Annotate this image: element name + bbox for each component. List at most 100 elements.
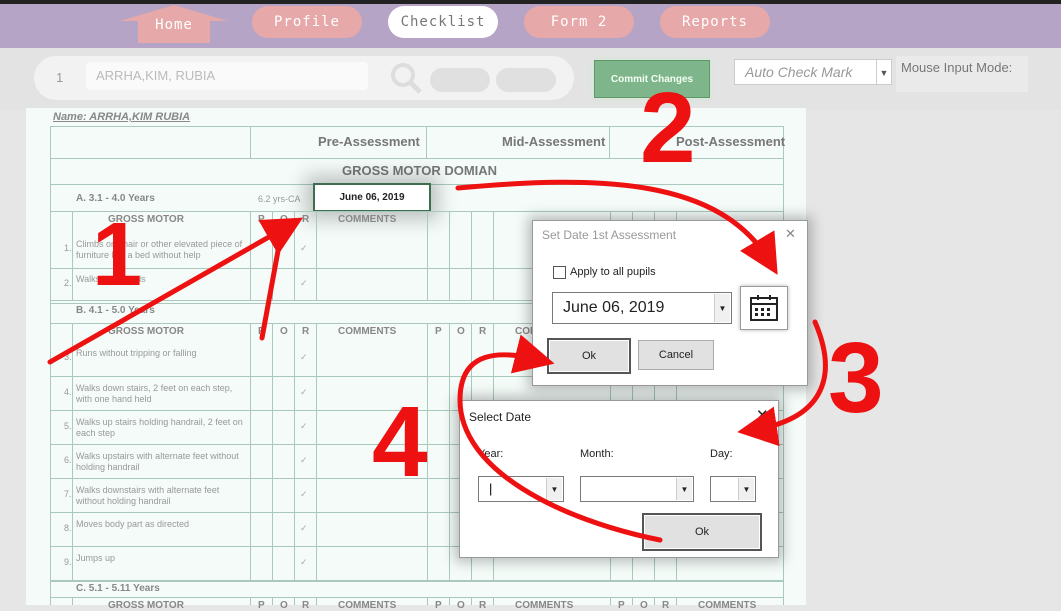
item-number: 8. — [64, 523, 72, 533]
mouse-input-mode-label: Mouse Input Mode: — [896, 56, 1028, 92]
check-mark[interactable]: ✓ — [300, 278, 308, 289]
item-number: 1. — [64, 243, 72, 253]
chevron-down-icon: ▼ — [738, 478, 754, 500]
item-number: 4. — [64, 387, 72, 397]
column-header: R — [479, 600, 487, 611]
checklist-item-text: Runs without tripping or falling — [76, 348, 197, 358]
set-date-ok-button[interactable]: Ok — [547, 338, 631, 374]
checklist-item-text: Jumps up — [76, 553, 116, 563]
column-header: O — [640, 600, 648, 611]
check-mark[interactable]: ✓ — [300, 557, 308, 568]
search-icon[interactable] — [388, 60, 424, 96]
checklist-item-text: Moves body part as directed — [76, 519, 190, 529]
pupil-name-label: Name: ARRHA,KIM RUBIA — [53, 111, 191, 123]
column-header: R — [302, 214, 310, 225]
item-number: 7. — [64, 489, 72, 499]
checklist-item-text: Walks down stairs, 2 feet on each step, … — [76, 383, 233, 404]
check-mark[interactable]: ✓ — [300, 523, 308, 534]
tab-profile[interactable]: Profile — [252, 6, 362, 38]
auto-check-mark-select[interactable]: Auto Check Mark ▼ — [734, 59, 892, 85]
comments-header: COMMENTS — [698, 600, 757, 611]
check-mark[interactable]: ✓ — [300, 455, 308, 466]
column-header: P — [258, 600, 265, 611]
check-mark[interactable]: ✓ — [300, 243, 308, 254]
step-number-2: 2 — [640, 72, 696, 184]
check-mark[interactable]: ✓ — [300, 489, 308, 500]
month-label: Month: — [580, 448, 614, 460]
column-header: O — [457, 326, 465, 337]
comments-header: COMMENTS — [338, 326, 397, 337]
day-select[interactable]: ▼ — [710, 476, 756, 502]
item-number: 9. — [64, 557, 72, 567]
close-icon[interactable]: ✕ — [785, 226, 796, 242]
section-title: C. 5.1 - 5.11 Years — [76, 583, 160, 594]
column-header: O — [280, 326, 288, 337]
tab-reports[interactable]: Reports — [660, 6, 770, 38]
checklist-item-text: Walks upstairs with alternate feet witho… — [76, 451, 239, 472]
step-number-4: 4 — [372, 386, 428, 498]
age-in-years: 6.2 yrs-CA — [258, 194, 301, 204]
column-header: R — [302, 600, 310, 611]
comments-header: COMMENTS — [515, 600, 574, 611]
step-number-3: 3 — [828, 322, 884, 434]
item-number: 2. — [64, 278, 72, 288]
day-label: Day: — [710, 448, 733, 460]
year-select[interactable]: | ▼ — [478, 476, 564, 502]
subheading: GROSS MOTOR — [108, 600, 184, 611]
column-header: P — [258, 214, 265, 225]
apply-all-label: Apply to all pupils — [570, 266, 656, 278]
column-header: P — [258, 326, 265, 337]
mid-assessment-header: Mid-Assessment — [502, 134, 606, 149]
chevron-down-icon: ▼ — [676, 478, 692, 500]
check-mark[interactable]: ✓ — [300, 352, 308, 363]
pupil-name-field[interactable]: ARRHA,KIM, RUBIA — [86, 62, 368, 90]
column-header: O — [280, 214, 288, 225]
column-header: R — [479, 326, 487, 337]
section-title: A. 3.1 - 4.0 Years — [76, 193, 155, 204]
column-header: P — [435, 326, 442, 337]
chevron-down-icon: ▼ — [714, 294, 730, 322]
tab-form-2[interactable]: Form 2 — [524, 6, 634, 38]
next-pupil-button[interactable] — [496, 68, 556, 92]
tab-home[interactable]: Home — [134, 14, 214, 36]
pupil-number: 1 — [56, 70, 64, 85]
select-date-dialog-title: Select Date — [469, 410, 532, 424]
section-title: B. 4.1 - 5.0 Years — [76, 305, 155, 316]
year-label: Year: — [478, 448, 504, 460]
pre-assessment-header: Pre-Assessment — [318, 134, 420, 149]
calendar-icon — [750, 295, 778, 321]
step-number-1: 1 — [92, 205, 143, 305]
apply-all-checkbox[interactable] — [553, 266, 566, 279]
column-header: O — [280, 600, 288, 611]
checklist-item-text: Walks up stairs holding handrail, 2 feet… — [76, 417, 243, 438]
subheading: GROSS MOTOR — [108, 326, 184, 337]
column-header: R — [302, 326, 310, 337]
item-number: 6. — [64, 455, 72, 465]
item-number: 3. — [64, 352, 72, 362]
select-date-ok-button[interactable]: Ok — [642, 513, 762, 551]
check-mark[interactable]: ✓ — [300, 387, 308, 398]
column-header: P — [435, 600, 442, 611]
calendar-button[interactable] — [740, 286, 788, 330]
comments-header: COMMENTS — [338, 214, 397, 225]
item-number: 5. — [64, 421, 72, 431]
column-header: R — [662, 600, 670, 611]
chevron-down-icon: ▼ — [876, 60, 891, 84]
tab-checklist[interactable]: Checklist — [388, 6, 498, 38]
set-date-dialog-title: Set Date 1st Assessment — [542, 228, 677, 242]
domain-title: GROSS MOTOR DOMIAN — [342, 163, 498, 178]
column-header: P — [618, 600, 625, 611]
column-header: O — [457, 600, 465, 611]
date-select[interactable]: June 06, 2019 ▼ — [552, 292, 732, 324]
set-date-cancel-button[interactable]: Cancel — [638, 340, 714, 370]
comments-header: COMMENTS — [338, 600, 397, 611]
chevron-down-icon: ▼ — [546, 478, 562, 500]
date-value: June 06, 2019 — [563, 299, 665, 316]
auto-check-mark-placeholder: Auto Check Mark — [745, 64, 853, 80]
assessment-date-cell[interactable]: June 06, 2019 — [313, 183, 431, 212]
check-mark[interactable]: ✓ — [300, 421, 308, 432]
month-select[interactable]: ▼ — [580, 476, 694, 502]
close-icon[interactable]: ✕ — [756, 406, 769, 424]
previous-pupil-button[interactable] — [430, 68, 490, 92]
checklist-item-text: Walks downstairs with alternate feet wit… — [76, 485, 220, 506]
